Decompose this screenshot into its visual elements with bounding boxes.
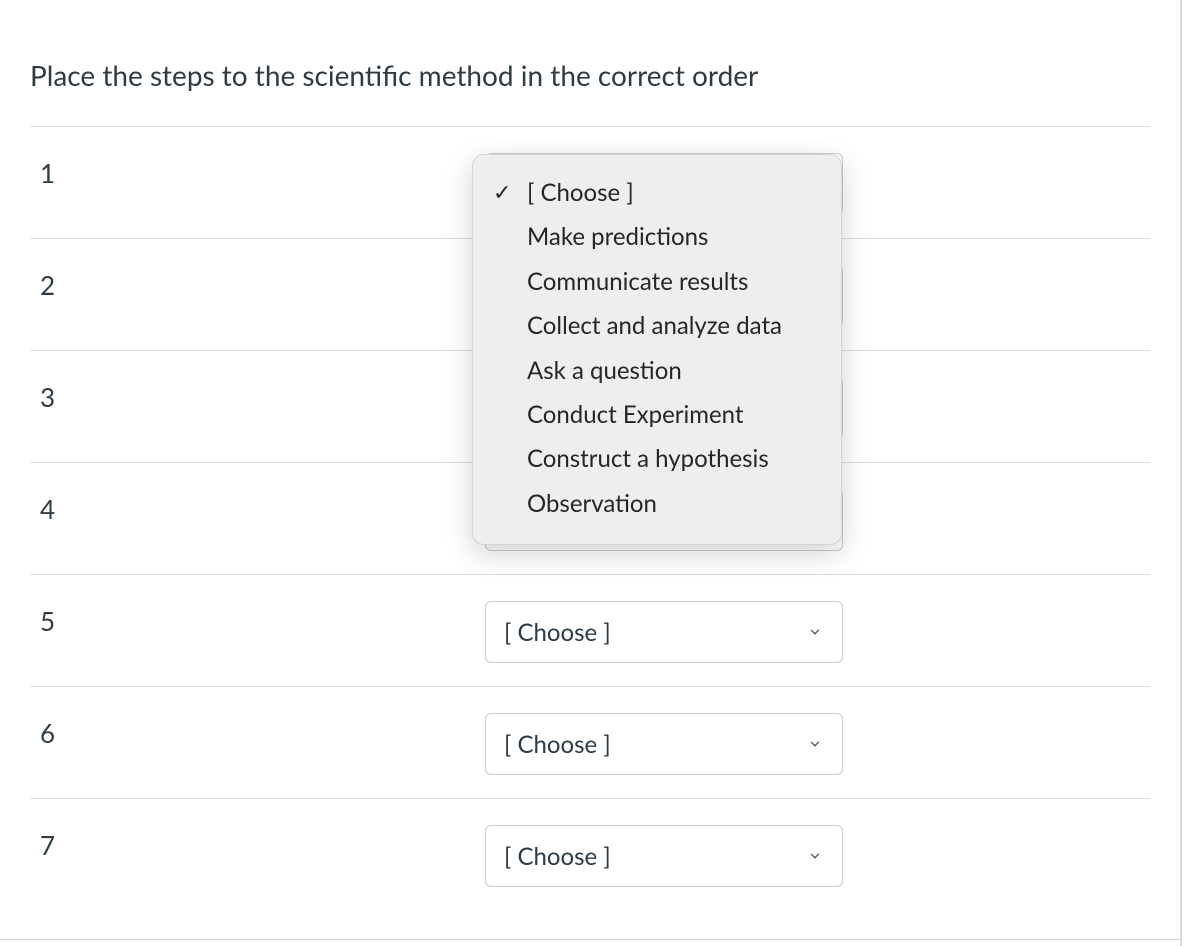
dropdown-option[interactable]: Ask a question [473, 349, 841, 393]
dropdown-option[interactable]: [ Choose ] [473, 171, 841, 215]
row-label: 4 [30, 463, 485, 525]
row-label: 1 [30, 127, 485, 189]
dropdown-panel[interactable]: [ Choose ] Make predictions Communicate … [472, 154, 842, 545]
dropdown-option[interactable]: Collect and analyze data [473, 304, 841, 348]
question-prompt: Place the steps to the scientific method… [0, 0, 1180, 126]
question-container: Place the steps to the scientific method… [0, 0, 1182, 946]
dropdown-option[interactable]: Make predictions [473, 215, 841, 259]
chevron-down-icon [806, 735, 824, 753]
answer-select[interactable]: [ Choose ] [485, 825, 843, 887]
matching-row: 6 [ Choose ] [30, 686, 1150, 798]
row-label: 3 [30, 351, 485, 413]
select-value: [ Choose ] [504, 730, 806, 759]
row-label: 7 [30, 799, 485, 861]
divider [0, 939, 1180, 940]
matching-row: 7 [ Choose ] [30, 798, 1150, 910]
answer-select[interactable]: [ Choose ] [485, 601, 843, 663]
chevron-down-icon [806, 847, 824, 865]
select-wrapper: [ Choose ] [485, 687, 843, 775]
select-wrapper: [ Choose ] [485, 799, 843, 887]
answer-select[interactable]: [ Choose ] [485, 713, 843, 775]
dropdown-option[interactable]: Communicate results [473, 260, 841, 304]
select-value: [ Choose ] [504, 618, 806, 647]
row-label: 5 [30, 575, 485, 637]
row-label: 6 [30, 687, 485, 749]
select-value: [ Choose ] [504, 842, 806, 871]
select-wrapper: [ Choose ] [485, 575, 843, 663]
chevron-down-icon [806, 623, 824, 641]
dropdown-option[interactable]: Observation [473, 482, 841, 526]
row-label: 2 [30, 239, 485, 301]
dropdown-option[interactable]: Conduct Experiment [473, 393, 841, 437]
dropdown-option[interactable]: Construct a hypothesis [473, 437, 841, 481]
matching-row: 5 [ Choose ] [30, 574, 1150, 686]
